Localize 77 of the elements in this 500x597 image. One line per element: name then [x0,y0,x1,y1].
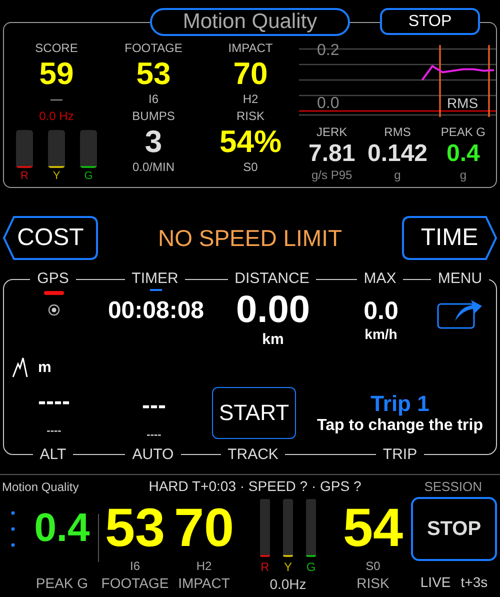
altitude-sub: ---- [46,425,62,437]
meter-label: R [260,559,270,575]
readout-unit: g [394,168,401,183]
distance-unit: km [262,331,284,348]
axis-label: 0.2 [317,42,340,59]
max-speed-value: 0.0 [364,297,398,326]
stat-sub: — [50,92,62,107]
meter-label: Y [52,170,60,183]
readout-unit: g/s P95 [311,168,352,183]
distance-value: 0.00 [236,289,310,331]
auto-sub: ---- [146,429,162,441]
panel-title: Motion Quality [150,8,350,36]
meter-label: G [84,170,93,183]
stat-sub: I6 [148,92,158,107]
readout-label: PEAK G [440,125,486,140]
readout-label: JERK [316,125,348,140]
stat-label: IMPACT [228,41,273,56]
frequency-text: 0.0Hz [270,575,306,593]
speed-limit-notice: NO SPEED LIMIT [158,224,342,252]
altitude-value: ---- [38,389,70,415]
stat-value: 53 [104,497,166,559]
peak-value: 0.4 [34,506,90,550]
target-icon [48,304,60,316]
stat-label: RISK [236,109,264,124]
stop-button[interactable]: STOP [380,8,480,35]
readout-value: 0.142 [367,140,428,168]
live-status: t+3s [460,573,488,591]
timer-indicator [150,289,162,291]
stat-label: BUMPS [132,109,175,124]
bar-title: Motion Quality [1,480,79,494]
stat-value: 59 [39,56,74,92]
stat-value: 53 [136,56,171,92]
stat-sub: I6 [130,559,140,574]
stat-value: 3 [144,124,162,160]
marker-line [488,45,490,117]
readout-label: RMS [384,125,411,140]
stat-sub: H2 [242,92,258,107]
stat-label: SCORE [35,41,78,56]
stat-sub: S0 [243,160,258,175]
timer-value: 00:08:08 [108,297,204,325]
stat-sub: H2 [196,559,212,574]
altitude-unit: m [38,358,52,376]
auto-value: --- [142,393,166,419]
readout-value: 0.4 [446,140,480,168]
page-dots-icon [11,511,15,547]
stat-label: RISK [356,574,390,592]
meter-label: Y [283,559,293,575]
mountain-icon [12,356,28,378]
session-label: SESSION [424,479,482,494]
stat-label: PEAK G [36,574,88,592]
stat-value: 54% [219,124,282,160]
stat-value: 70 [174,497,234,559]
axis-label: 0.0 [317,95,340,112]
stat-value: 54 [342,497,404,559]
stat-label: FOOTAGE [101,574,169,592]
cost-button[interactable]: COST [3,216,98,260]
start-button[interactable]: START [212,387,296,439]
status-text: HARD T+0:03 · SPEED ? · GPS ? [148,478,362,494]
speed-unit: km/h [364,326,398,342]
readout-value: 7.81 [308,140,356,168]
trip-name[interactable]: Trip 1 [370,391,430,417]
time-button[interactable]: TIME [402,216,497,260]
stat-label: IMPACT [178,574,230,592]
live-status: LIVE [420,573,451,591]
readout-unit: g [460,168,467,183]
stop-button[interactable]: STOP [411,497,497,561]
marker-line [439,45,441,117]
stat-value: 70 [233,56,268,92]
meter-label: R [20,170,28,183]
stat-label: FOOTAGE [124,41,182,56]
trip-hint: Tap to change the trip [317,417,483,435]
chart-title: RMS [446,95,478,111]
meter-label: G [306,559,316,575]
frequency-text: 0.0 Hz [39,109,74,124]
stat-sub: S0 [366,559,380,574]
stat-sub: 0.0/MIN [132,160,174,175]
gps-status-bar [44,291,64,295]
